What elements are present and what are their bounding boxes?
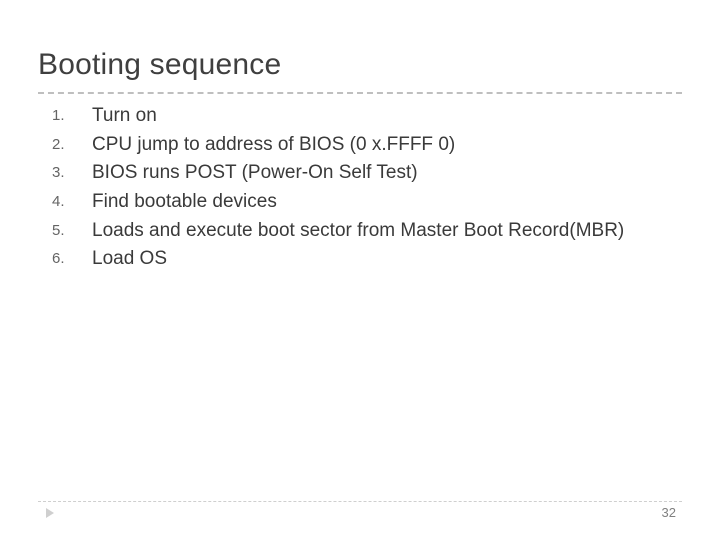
list-item: 4. Find bootable devices xyxy=(52,190,660,215)
list-item-number: 1. xyxy=(52,104,92,124)
list-item-text: Turn on xyxy=(92,104,660,129)
list-item: 1. Turn on xyxy=(52,104,660,129)
list-item: 2. CPU jump to address of BIOS (0 x.FFFF… xyxy=(52,133,660,158)
slide: Booting sequence 1. Turn on 2. CPU jump … xyxy=(0,0,720,540)
list-item-text: BIOS runs POST (Power-On Self Test) xyxy=(92,161,660,186)
list-item: 5. Loads and execute boot sector from Ma… xyxy=(52,219,660,244)
list-item: 3. BIOS runs POST (Power-On Self Test) xyxy=(52,161,660,186)
page-number: 32 xyxy=(662,505,676,520)
footer-divider xyxy=(38,501,682,502)
list-item-text: Find bootable devices xyxy=(92,190,660,215)
list-item-text: Loads and execute boot sector from Maste… xyxy=(92,219,660,244)
list-item-number: 4. xyxy=(52,190,92,210)
list-item-text: Load OS xyxy=(92,247,660,272)
list-item: 6. Load OS xyxy=(52,247,660,272)
title-divider xyxy=(38,92,682,94)
list-item-number: 2. xyxy=(52,133,92,153)
footer-bullet-icon xyxy=(46,508,54,518)
content-list: 1. Turn on 2. CPU jump to address of BIO… xyxy=(52,104,660,276)
list-item-number: 5. xyxy=(52,219,92,239)
slide-title: Booting sequence xyxy=(38,48,281,82)
list-item-number: 3. xyxy=(52,161,92,181)
list-item-text: CPU jump to address of BIOS (0 x.FFFF 0) xyxy=(92,133,660,158)
list-item-number: 6. xyxy=(52,247,92,267)
